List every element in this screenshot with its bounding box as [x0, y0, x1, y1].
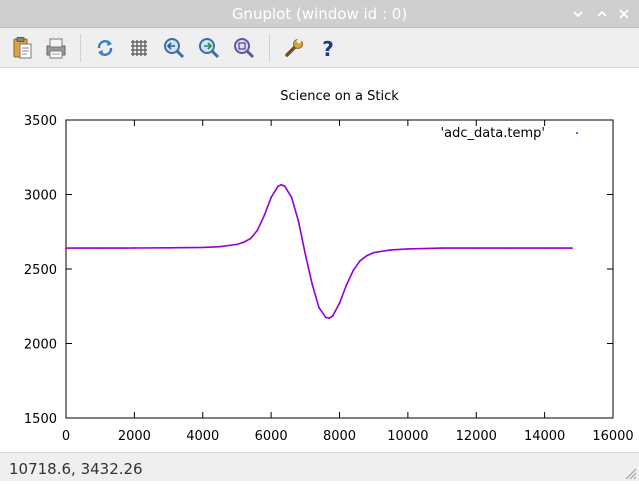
- window-title: Gnuplot (window id : 0): [231, 5, 408, 23]
- data-point: [365, 254, 368, 257]
- print-icon[interactable]: [44, 36, 68, 60]
- x-tick-label: 2000: [118, 429, 151, 444]
- data-point: [277, 185, 279, 188]
- data-point: [441, 247, 443, 250]
- data-point: [331, 315, 334, 317]
- data-point: [201, 246, 204, 249]
- maximize-icon[interactable]: [594, 6, 610, 22]
- y-tick-label: 1500: [24, 412, 57, 427]
- x-tick-label: 0: [62, 429, 70, 444]
- data-point: [65, 247, 67, 250]
- grid-icon[interactable]: [128, 36, 152, 60]
- chart-title: Science on a Stick: [280, 89, 399, 104]
- plot-border: [65, 119, 614, 419]
- data-point: [324, 316, 327, 319]
- data-point: [571, 247, 573, 250]
- data-point: [280, 183, 283, 186]
- chart-svg: Science on a Stick 0 2000 4000 6000 8000 10000…: [24, 89, 634, 444]
- toolbar-separator: [269, 34, 270, 62]
- minimize-icon[interactable]: [570, 6, 586, 22]
- status-bar: 10718.6, 3432.26: [0, 452, 639, 481]
- mouse-coordinates: 10718.6, 3432.26: [9, 460, 143, 478]
- title-bar: Gnuplot (window id : 0): [0, 0, 639, 28]
- data-point: [167, 246, 170, 249]
- data-point: [311, 283, 314, 285]
- data-point: [270, 196, 273, 199]
- data-point: [297, 220, 300, 223]
- series-line: [66, 183, 572, 320]
- resize-grip-icon[interactable]: [623, 465, 637, 480]
- data-point: [338, 302, 341, 305]
- data-point: [263, 214, 266, 217]
- y-tick-label: 2500: [24, 263, 57, 278]
- x-tick-label: 8000: [323, 429, 356, 444]
- replot-icon[interactable]: [93, 36, 117, 60]
- data-point: [328, 317, 331, 320]
- help-icon[interactable]: ?: [316, 36, 340, 60]
- svg-text:?: ?: [322, 37, 334, 60]
- x-tick-label: 4000: [186, 429, 219, 444]
- toolbar: ?: [0, 28, 639, 68]
- data-point: [372, 251, 375, 254]
- data-point: [352, 269, 355, 272]
- x-tick-label: 6000: [255, 429, 288, 444]
- data-point: [242, 241, 245, 244]
- data-point: [509, 247, 512, 250]
- data-point: [318, 306, 320, 309]
- zoom-next-icon[interactable]: [197, 36, 221, 60]
- data-point: [475, 247, 478, 250]
- zoom-previous-icon[interactable]: [162, 36, 186, 60]
- data-point: [359, 259, 361, 262]
- data-point: [389, 249, 392, 251]
- y-tick-label: 2000: [24, 338, 57, 353]
- data-point: [256, 229, 259, 232]
- data-point: [304, 253, 307, 256]
- settings-icon[interactable]: [282, 36, 306, 60]
- data-point: [99, 247, 102, 250]
- x-tick-label: 10000: [387, 429, 428, 444]
- x-tick-label: 14000: [524, 429, 565, 444]
- data-point: [543, 247, 546, 250]
- toolbar-separator: [80, 34, 81, 62]
- autoscale-icon[interactable]: [232, 36, 256, 60]
- data-point: [236, 243, 238, 246]
- plot-area[interactable]: Science on a Stick 0 2000 4000 6000 8000 10000…: [0, 68, 639, 452]
- close-icon[interactable]: [616, 6, 632, 22]
- legend-label: 'adc_data.temp': [441, 126, 545, 141]
- x-tick-label: 16000: [592, 429, 633, 444]
- x-tick-label: 12000: [456, 429, 497, 444]
- data-point: [249, 237, 252, 240]
- data-point: [283, 185, 286, 188]
- y-tick-label: 3000: [24, 189, 57, 204]
- clipboard-icon[interactable]: [10, 36, 34, 60]
- data-point: [345, 284, 348, 287]
- y-tick-label: 3500: [24, 114, 57, 129]
- data-point: [218, 245, 221, 248]
- data-point: [406, 247, 409, 250]
- data-point: [133, 247, 136, 249]
- data-point: [290, 196, 293, 199]
